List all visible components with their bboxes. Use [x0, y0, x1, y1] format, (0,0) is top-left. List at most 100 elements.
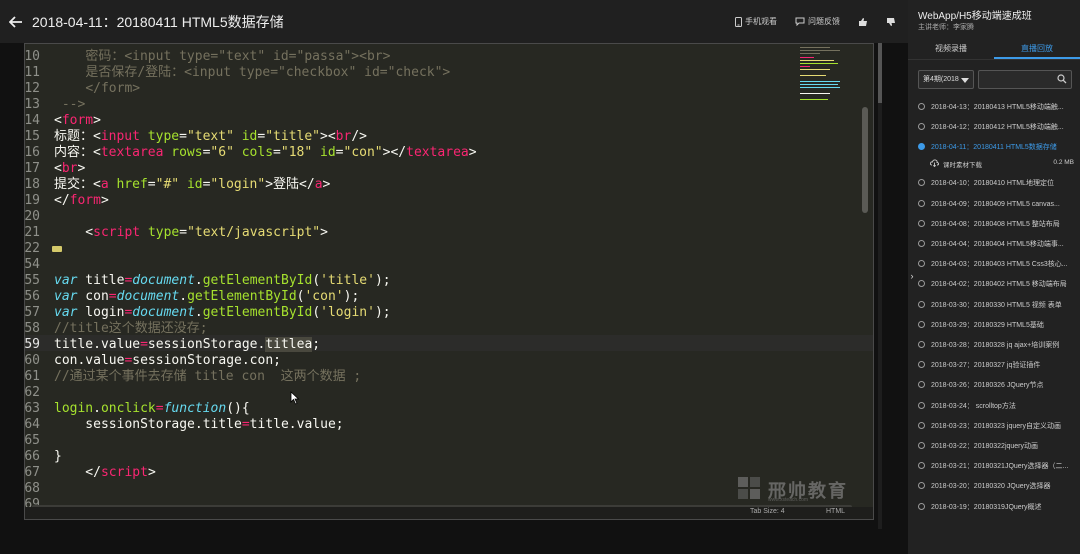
lesson-item[interactable]: 2018-03-23：20180323 jquery自定义动画 — [908, 416, 1080, 436]
lesson-item[interactable]: 2018-04-02：20180402 HTML5 移动端布局 — [908, 274, 1080, 294]
line-number: 19 — [24, 193, 40, 208]
line-number: 54 — [24, 257, 40, 272]
code-text: <script type="text/javascript"> — [54, 225, 328, 240]
mobile-watch-label: 手机观看 — [745, 17, 777, 26]
code-text: 是否保存/登陆：<input type="checkbox" id="check… — [85, 65, 451, 80]
line-number: 55 — [24, 273, 40, 288]
comment-icon — [795, 17, 805, 26]
feedback-button[interactable]: 问题反馈 — [795, 16, 840, 27]
lesson-title: 2018-04-11：20180411 HTML5数据存储 — [32, 13, 284, 30]
line-number: 14 — [24, 113, 40, 128]
lesson-item[interactable]: 2018-04-04：20180404 HTML5移动端事... — [908, 234, 1080, 254]
code-text: </form> — [54, 193, 109, 208]
lesson-item[interactable]: 2018-03-27：20180327 jq验证插件 — [908, 355, 1080, 375]
video-scrollbar[interactable] — [878, 43, 882, 529]
lesson-item[interactable]: 2018-03-19：20180319JQuery概述 — [908, 497, 1080, 517]
line-number: 20 — [24, 209, 40, 224]
chevron-down-icon — [961, 78, 969, 83]
lesson-search-input[interactable] — [978, 70, 1072, 89]
material-file-size: 0.2 MB — [1053, 159, 1074, 166]
code-text: 标题：<input type="text" id="title"><br/> — [54, 129, 367, 144]
play-dot-icon — [918, 482, 925, 490]
line-number: 10 — [24, 49, 40, 64]
material-download-row[interactable]: 课时素材下载 0.2 MB — [908, 155, 1080, 171]
code-text: <br> — [54, 161, 86, 176]
lesson-label: 2018-04-08：20180408 HTML5 整站布局 — [931, 220, 1060, 228]
line-number: 61 — [24, 369, 40, 384]
watermark-url: www.xsteach.com — [768, 497, 809, 503]
code-text: //title这个数据还没存; — [54, 321, 208, 336]
lesson-label: 2018-04-04：20180404 HTML5移动端事... — [931, 241, 1064, 248]
lesson-item[interactable]: 2018-03-21：20180321JQuery选择器（二... — [908, 456, 1080, 476]
course-title: WebApp/H5移动端速成班 — [918, 11, 1032, 22]
phone-icon — [735, 16, 742, 27]
lesson-label: 2018-03-20：20180320 JQuery选择器 — [931, 483, 1051, 491]
tab-video-recordings[interactable]: 视频录播 — [908, 40, 994, 59]
search-icon[interactable] — [1057, 74, 1067, 84]
fold-marker-icon[interactable] — [52, 246, 62, 252]
line-number: 57 — [24, 305, 40, 320]
play-dot-icon — [918, 123, 925, 131]
line-number: 13 — [24, 97, 40, 112]
line-number: 56 — [24, 289, 40, 304]
lesson-item[interactable]: 2018-03-26：20180326 JQuery节点 — [908, 375, 1080, 395]
code-text: --> — [61, 97, 86, 112]
lesson-item[interactable]: 2018-04-13：20180413 HTML5移动端触... — [908, 97, 1080, 117]
play-dot-icon — [918, 502, 925, 510]
line-number: 67 — [24, 465, 40, 480]
code-text: var con=document.getElementById('con'); — [54, 289, 360, 304]
thumbs-down-button[interactable] — [886, 17, 896, 27]
line-number: 64 — [24, 417, 40, 432]
lesson-item[interactable]: 2018-03-22：20180322jquery动画 — [908, 436, 1080, 456]
play-dot-icon — [918, 442, 925, 449]
watermark-logo-icon — [738, 477, 760, 499]
lesson-label: 2018-03-24： scrolltop方法 — [931, 402, 1016, 410]
code-text: login.onclick=function(){ — [54, 401, 250, 416]
lesson-item[interactable]: 2018-04-08：20180408 HTML5 整站布局 — [908, 214, 1080, 234]
play-dot-icon — [918, 320, 925, 328]
mobile-watch-button[interactable]: 手机观看 — [735, 16, 777, 27]
lesson-item[interactable]: 2018-04-03：20180403 HTML5 Css3核心... — [908, 254, 1080, 274]
lesson-item[interactable]: 2018-04-12：20180412 HTML5移动端触... — [908, 117, 1080, 137]
editor-status-bar: Tab Size: 4 HTML — [24, 507, 874, 520]
code-editor-frame: 10 密码：<input type="text" id="passa"><br>… — [24, 43, 874, 520]
lesson-label: 2018-04-12：20180412 HTML5移动端触... — [931, 124, 1064, 132]
lesson-label: 2018-03-23：20180323 jquery自定义动画 — [931, 422, 1061, 430]
thumbs-up-button[interactable] — [858, 17, 868, 27]
editor-vertical-scrollbar[interactable] — [862, 107, 868, 213]
video-player[interactable]: 10 密码：<input type="text" id="passa"><br>… — [0, 43, 908, 554]
side-panel: › WebApp/H5移动端速成班 主讲老师：李家腾 视频录播 直播回放 第4期… — [908, 0, 1080, 554]
play-dot-icon — [918, 361, 925, 369]
lesson-item[interactable]: 2018-03-20：20180320 JQuery选择器 — [908, 476, 1080, 496]
video-scrollbar-thumb[interactable] — [878, 43, 882, 103]
tab-live-replay[interactable]: 直播回放 — [994, 40, 1080, 59]
lesson-item[interactable]: 2018-03-29：20180329 HTML5基础 — [908, 315, 1080, 335]
lesson-item[interactable]: 2018-04-09：20180409 HTML5 canvas... — [908, 194, 1080, 214]
side-tabs: 视频录播 直播回放 — [908, 40, 1080, 60]
line-number: 15 — [24, 129, 40, 144]
period-select[interactable]: 第4期(2018 — [918, 70, 974, 89]
play-dot-icon — [918, 199, 925, 207]
lesson-label: 2018-03-28：20180328 jq ajax+培训案例 — [931, 342, 1060, 349]
lesson-item[interactable]: 2018-03-24： scrolltop方法 — [908, 396, 1080, 416]
code-text: <form> — [54, 113, 101, 128]
top-actions: 手机观看 问题反馈 — [735, 0, 896, 43]
code-text: </script> — [54, 465, 156, 480]
back-arrow-icon[interactable] — [2, 0, 30, 43]
lesson-label: 2018-03-19：20180319JQuery概述 — [931, 503, 1042, 511]
period-select-value: 第4期(2018 — [923, 76, 959, 83]
line-number: 66 — [24, 449, 40, 464]
code-text: 密码：<input type="text" id="passa"><br> — [85, 49, 391, 64]
code-text: 提交：<a href="#" id="login">登陆</a> — [54, 177, 331, 192]
line-number: 68 — [24, 481, 40, 496]
mouse-pointer-icon — [290, 391, 300, 410]
lesson-label: 2018-04-02：20180402 HTML5 移动端布局 — [931, 281, 1067, 289]
line-number: 17 — [24, 161, 40, 176]
lesson-item[interactable]: 2018-03-30：20180330 HTML5 视频 表单 — [908, 295, 1080, 315]
play-dot-icon — [918, 179, 925, 187]
lesson-item[interactable]: 2018-04-10：20180410 HTML地理定位 — [908, 173, 1080, 193]
lesson-item[interactable]: 2018-03-28：20180328 jq ajax+培训案例 — [908, 335, 1080, 355]
teacher-name: 主讲老师：李家腾 — [918, 24, 974, 31]
line-number: 63 — [24, 401, 40, 416]
play-dot-icon — [918, 462, 925, 470]
